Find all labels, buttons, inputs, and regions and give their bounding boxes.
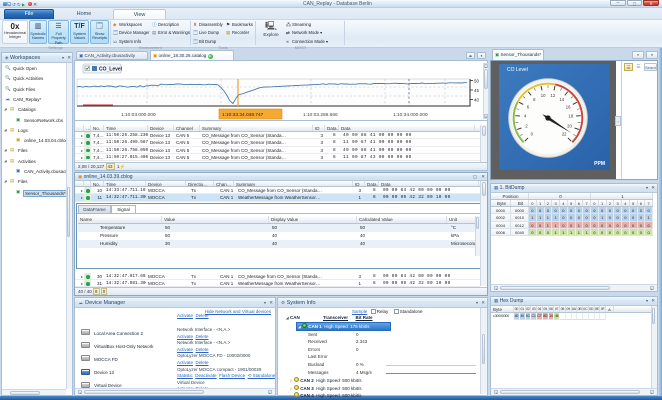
svg-text:10: 10 — [541, 93, 546, 98]
svg-text:40: 40 — [474, 98, 479, 103]
svg-text:CO_Level: CO_Level — [99, 67, 123, 73]
svg-text:14: 14 — [559, 97, 564, 102]
svg-text:12: 12 — [551, 93, 556, 98]
svg-text:1:10:03.286.666: 1:10:03.286.666 — [303, 112, 338, 118]
svg-text:18: 18 — [568, 114, 573, 119]
svg-text:20: 20 — [567, 123, 572, 128]
svg-text:1:10:34.000.000: 1:10:34.000.000 — [393, 112, 428, 118]
svg-text:50: 50 — [474, 79, 479, 84]
svg-text:22: 22 — [562, 132, 567, 137]
svg-text:16: 16 — [566, 104, 571, 109]
svg-text:1:10:33.34.048.747: 1:10:33.34.048.747 — [222, 112, 264, 118]
svg-text:1:10:03.000.000: 1:10:03.000.000 — [121, 112, 156, 118]
svg-text:45: 45 — [474, 88, 479, 93]
